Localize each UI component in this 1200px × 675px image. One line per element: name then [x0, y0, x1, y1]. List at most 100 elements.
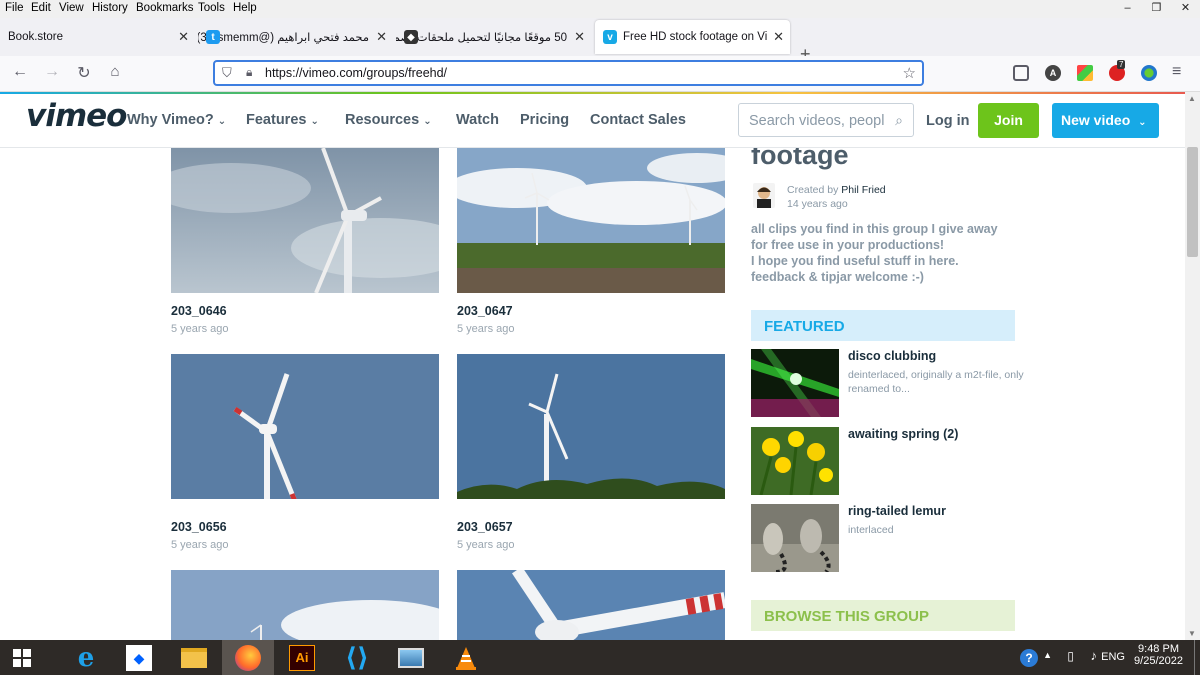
dropbox-icon[interactable]: ◆: [113, 640, 165, 675]
close-tab-icon[interactable]: ✕: [376, 29, 387, 45]
tab-article[interactable]: 50 موقعًا مجانيًا لتحميل ملحقات تصم... ◆…: [396, 20, 591, 54]
show-desktop-button[interactable]: [1194, 640, 1197, 675]
close-tab-icon[interactable]: ✕: [178, 29, 189, 45]
account-icon[interactable]: A: [1045, 65, 1061, 81]
featured-title[interactable]: ring-tailed lemur: [848, 504, 946, 518]
taskbar: e ◆ Ai ⟨⟩ ? ▲ ▯ ♪ ENG 9:48 PM 9/25/2022: [0, 640, 1200, 675]
scrollbar-thumb[interactable]: [1187, 147, 1198, 257]
video-thumbnail[interactable]: [171, 354, 439, 499]
help-icon[interactable]: ?: [1020, 649, 1038, 667]
illustrator-icon[interactable]: Ai: [276, 640, 328, 675]
search-icon[interactable]: ⌕: [895, 112, 903, 129]
menu-hamburger-icon[interactable]: ≡: [1172, 63, 1181, 81]
photos-icon[interactable]: [385, 640, 437, 675]
video-thumbnail[interactable]: [171, 148, 439, 293]
vimeo-logo[interactable]: vimeo: [26, 98, 127, 134]
featured-title[interactable]: awaiting spring (2): [848, 427, 958, 441]
minimize-button[interactable]: –: [1113, 0, 1142, 18]
featured-thumbnail[interactable]: [751, 504, 839, 572]
clock[interactable]: 9:48 PM 9/25/2022: [1131, 643, 1186, 667]
forward-icon[interactable]: →: [42, 63, 62, 81]
video-title[interactable]: 203_0646: [171, 304, 227, 318]
avatar[interactable]: [753, 183, 775, 208]
menu-view[interactable]: View: [59, 2, 84, 14]
browse-group-heading[interactable]: BROWSE THIS GROUP: [751, 600, 1015, 631]
nav-resources[interactable]: Resources ⌄: [345, 112, 432, 128]
created-by: Created by Phil Fried: [787, 184, 886, 196]
firefox-icon[interactable]: [222, 640, 274, 675]
shield-icon[interactable]: ⛉: [222, 65, 232, 81]
menu-tools[interactable]: Tools: [198, 2, 225, 14]
tab-title: محمد فتحي ابراهيم (@smemm) (3): [198, 32, 369, 44]
page-content: 203_0646 5 years ago 203_0647 5 years ag…: [0, 148, 1185, 640]
menu-help[interactable]: Help: [233, 2, 257, 14]
tab-vimeo[interactable]: v Free HD stock footage on Vimeo ✕: [595, 20, 790, 54]
restore-button[interactable]: ❐: [1142, 0, 1171, 18]
globe-extension-icon[interactable]: [1141, 65, 1157, 81]
nav-pricing[interactable]: Pricing: [520, 112, 569, 128]
chevron-down-icon: ⌄: [310, 116, 319, 127]
extension-icon[interactable]: [1077, 65, 1093, 81]
page-scrollbar[interactable]: ▲ ▼: [1185, 92, 1200, 640]
nav-why-vimeo[interactable]: Why Vimeo? ⌄: [127, 112, 226, 128]
site-icon: ◆: [404, 30, 418, 44]
file-explorer-icon[interactable]: [168, 640, 220, 675]
featured-title[interactable]: disco clubbing: [848, 349, 936, 363]
battery-icon[interactable]: ▯: [1067, 649, 1074, 663]
menu-file[interactable]: File: [5, 2, 24, 14]
home-icon[interactable]: ⌂: [105, 63, 125, 80]
scroll-up-icon[interactable]: ▲: [1188, 94, 1196, 103]
new-video-button[interactable]: New video ⌄: [1052, 103, 1159, 138]
url-bar[interactable]: ⛉ 🔒︎ https://vimeo.com/groups/freehd/ ☆: [213, 60, 924, 86]
group-description: all clips you find in this group I give …: [751, 222, 998, 284]
internet-explorer-icon[interactable]: e: [60, 640, 112, 675]
video-date: 5 years ago: [171, 323, 229, 335]
menu-edit[interactable]: Edit: [31, 2, 51, 14]
nav-watch[interactable]: Watch: [456, 112, 499, 128]
vscode-icon[interactable]: ⟨⟩: [331, 640, 383, 675]
nav-contact-sales[interactable]: Contact Sales: [590, 112, 686, 128]
close-tab-icon[interactable]: ✕: [574, 29, 585, 45]
video-title[interactable]: 203_0657: [457, 520, 513, 534]
video-thumbnail[interactable]: [457, 148, 725, 293]
created-ago: 14 years ago: [787, 198, 848, 210]
video-thumbnail[interactable]: [171, 570, 439, 640]
featured-thumbnail[interactable]: [751, 427, 839, 495]
video-thumbnail[interactable]: [457, 354, 725, 499]
clock-date: 9/25/2022: [1134, 655, 1183, 667]
join-button[interactable]: Join: [978, 103, 1039, 138]
creator-link[interactable]: Phil Fried: [841, 184, 885, 196]
back-icon[interactable]: ←: [10, 63, 30, 81]
tray-expand-icon[interactable]: ▲: [1043, 650, 1052, 660]
lock-icon[interactable]: 🔒︎: [246, 65, 252, 80]
scroll-down-icon[interactable]: ▼: [1188, 629, 1196, 638]
ublock-icon[interactable]: 7: [1109, 60, 1126, 81]
top-accent-bar: [0, 92, 1185, 94]
chevron-down-icon: ⌄: [217, 116, 227, 127]
start-button[interactable]: [0, 640, 44, 675]
video-title[interactable]: 203_0647: [457, 304, 513, 318]
reload-icon[interactable]: ↻: [74, 63, 94, 83]
vlc-icon[interactable]: [440, 640, 492, 675]
vimeo-header: vimeo Why Vimeo? ⌄ Features ⌄ Resources …: [0, 92, 1185, 148]
video-title[interactable]: 203_0656: [171, 520, 227, 534]
close-tab-icon[interactable]: ✕: [773, 29, 784, 45]
speaker-icon[interactable]: ♪: [1091, 648, 1098, 663]
tab-bookstore[interactable]: Book.store ✕: [0, 20, 195, 54]
featured-thumbnail[interactable]: [751, 349, 839, 417]
language-indicator[interactable]: ENG: [1101, 651, 1125, 663]
pocket-icon[interactable]: [1013, 65, 1029, 81]
clock-time: 9:48 PM: [1138, 643, 1179, 655]
tab-twitter[interactable]: محمد فتحي ابراهيم (@smemm) (3) t ✕: [198, 20, 393, 54]
url-text[interactable]: https://vimeo.com/groups/freehd/: [265, 66, 447, 80]
tab-title: 50 موقعًا مجانيًا لتحميل ملحقات تصم...: [396, 32, 567, 44]
nav-features[interactable]: Features ⌄: [246, 112, 319, 128]
video-thumbnail[interactable]: [457, 570, 725, 640]
chevron-down-icon: ⌄: [423, 116, 432, 127]
close-window-button[interactable]: ✕: [1171, 0, 1200, 18]
menu-bookmarks[interactable]: Bookmarks: [136, 2, 194, 14]
search-input[interactable]: Search videos, people ⌕: [738, 103, 914, 137]
login-link[interactable]: Log in: [926, 113, 970, 129]
bookmark-star-icon[interactable]: ☆: [903, 64, 916, 82]
menu-history[interactable]: History: [92, 2, 128, 14]
